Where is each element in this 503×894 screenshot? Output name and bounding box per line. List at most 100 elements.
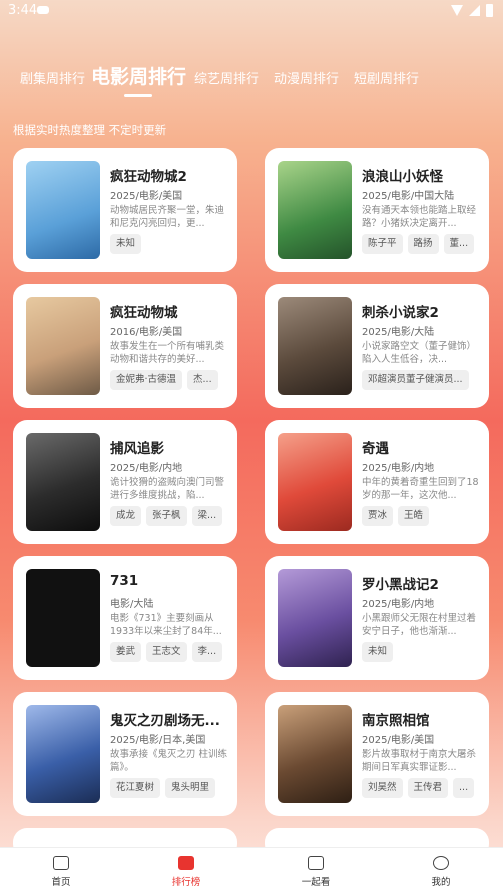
cast-tag[interactable]: 未知: [362, 642, 394, 662]
cast-tag[interactable]: 张子枫: [146, 506, 187, 526]
movie-description: 电影《731》主要刻画从1933年以来尘封了84年...: [110, 613, 222, 637]
movie-title: 疯狂动物城2: [110, 169, 187, 185]
movie-meta: 2025/电影/中国大陆: [362, 191, 455, 202]
cast-tag[interactable]: 花江夏树: [110, 778, 161, 798]
tab-series-weekly[interactable]: 剧集周排行: [20, 68, 85, 87]
cast-tag[interactable]: 梁...: [191, 506, 223, 526]
movie-title: 奇遇: [362, 441, 389, 457]
movie-card[interactable]: 疯狂动物城2 2025/电影/美国 动物城居民齐聚一堂，朱迪和尼克闪亮回归，更.…: [13, 148, 237, 272]
movie-title: 刺杀小说家2: [362, 305, 439, 321]
tab-short-drama-weekly[interactable]: 短剧周排行: [354, 68, 419, 87]
movie-card[interactable]: 南京照相馆 2025/电影/美国 影片故事取材于南京大屠杀期间日军真实罪证影..…: [265, 692, 489, 816]
movie-meta: 电影/大陆: [110, 599, 154, 610]
cast-tag[interactable]: 鬼头明里: [165, 778, 216, 798]
home-icon: [53, 856, 69, 870]
movie-meta: 2016/电影/美国: [110, 327, 183, 338]
cast-tag[interactable]: ...: [453, 778, 475, 798]
active-tab-indicator: [124, 94, 152, 97]
movie-cast-tags: 陈子平 路扬 董...: [362, 234, 480, 254]
cast-tag[interactable]: 邓超演员董子健演员...: [362, 370, 469, 390]
movie-card[interactable]: 鬼灭之刃剧场无... 2025/电影/日本,美国 故事承接《鬼灭之刃 柱训练篇》…: [13, 692, 237, 816]
movie-poster: [26, 161, 100, 259]
movie-card[interactable]: 捕风追影 2025/电影/内地 诡计狡猾的盗贼向澳门司警进行多维度挑战，陷...…: [13, 420, 237, 544]
movie-meta: 2025/电影/内地: [362, 599, 435, 610]
tab-variety-weekly[interactable]: 综艺周排行: [194, 68, 259, 87]
movie-poster: [26, 569, 100, 667]
movie-meta: 2025/电影/日本,美国: [110, 735, 206, 746]
movie-poster: [26, 433, 100, 531]
movie-description: 没有通天本领也能踏上取经路？小猪妖决定离开...: [362, 205, 477, 229]
movie-card[interactable]: 刺杀小说家2 2025/电影/大陆 小说家路空文（董子健饰）陷入人生低谷，决..…: [265, 284, 489, 408]
movie-title: 南京照相馆: [362, 713, 430, 729]
nav-label: 我的: [431, 877, 451, 888]
movie-description: 故事发生在一个所有哺乳类动物和谐共存的美好...: [110, 341, 225, 365]
battery-icon: [486, 4, 493, 17]
movie-poster: [278, 569, 352, 667]
movie-poster: [278, 161, 352, 259]
ranking-icon: [178, 856, 194, 870]
tab-anime-weekly[interactable]: 动漫周排行: [274, 68, 339, 87]
movie-card[interactable]: 疯狂动物城 2016/电影/美国 故事发生在一个所有哺乳类动物和谐共存的美好..…: [13, 284, 237, 408]
cast-tag[interactable]: 刘昊然: [362, 778, 403, 798]
movie-title: 鬼灭之刃剧场无...: [110, 713, 220, 729]
movie-title: 罗小黑战记2: [362, 577, 439, 593]
wifi-icon: [451, 5, 463, 16]
movie-title: 疯狂动物城: [110, 305, 178, 321]
movie-poster: [278, 433, 352, 531]
movie-cast-tags: 贾冰 王皓: [362, 506, 480, 526]
movie-cast-tags: 成龙 张子枫 梁...: [110, 506, 228, 526]
movie-card[interactable]: 奇遇 2025/电影/内地 中年的黄着奇重生回到了18岁的那一年，这次他... …: [265, 420, 489, 544]
ranking-subtitle: 根据实时热度整理 不定时更新: [13, 123, 167, 137]
cast-tag[interactable]: 王皓: [398, 506, 430, 526]
cast-tag[interactable]: 王志文: [146, 642, 187, 662]
movie-card[interactable]: 731 电影/大陆 电影《731》主要刻画从1933年以来尘封了84年... 姜…: [13, 556, 237, 680]
cast-tag[interactable]: 王传君: [407, 778, 449, 798]
cast-tag[interactable]: 未知: [110, 234, 142, 254]
movie-cast-tags: 未知: [110, 234, 228, 254]
movie-card[interactable]: 浪浪山小妖怪 2025/电影/中国大陆 没有通天本领也能踏上取经路？小猪妖决定离…: [265, 148, 489, 272]
movie-title: 浪浪山小妖怪: [362, 169, 443, 185]
movie-description: 故事承接《鬼灭之刃 柱训练篇》。: [110, 749, 228, 773]
signal-icon: [469, 5, 480, 16]
cast-tag[interactable]: 陈子平: [362, 234, 403, 254]
cast-tag[interactable]: 成龙: [110, 506, 142, 526]
bottom-nav: 首页 排行榜 一起看 我的: [0, 847, 503, 894]
movie-card[interactable]: 罗小黑战记2 2025/电影/内地 小黑跟师父无限在村里过着安宁日子，他也渐渐.…: [265, 556, 489, 680]
movie-meta: 2025/电影/内地: [362, 463, 435, 474]
movie-poster: [278, 705, 352, 803]
movie-meta: 2025/电影/美国: [110, 191, 183, 202]
nav-watch-together[interactable]: 一起看: [286, 854, 346, 888]
movie-description: 中年的黄着奇重生回到了18岁的那一年，这次他...: [362, 477, 479, 501]
movie-description: 影片故事取材于南京大屠杀期间日军真实罪证影...: [362, 749, 477, 773]
game-controller-icon: [37, 6, 49, 14]
cast-tag[interactable]: 姜武: [110, 642, 142, 662]
movie-meta: 2025/电影/内地: [110, 463, 183, 474]
movie-description: 诡计狡猾的盗贼向澳门司警进行多维度挑战，陷...: [110, 477, 225, 501]
nav-profile[interactable]: 我的: [411, 854, 471, 888]
movie-description: 小黑跟师父无限在村里过着安宁日子，他也渐渐...: [362, 613, 477, 637]
status-icons: [451, 4, 493, 17]
status-time: 3:44: [8, 3, 38, 18]
nav-ranking[interactable]: 排行榜: [156, 854, 216, 888]
nav-home[interactable]: 首页: [31, 854, 91, 888]
movie-description: 小说家路空文（董子健饰）陷入人生低谷，决...: [362, 341, 477, 365]
cast-tag[interactable]: 杰...: [187, 370, 218, 390]
movie-meta: 2025/电影/大陆: [362, 327, 435, 338]
nav-label: 排行榜: [171, 877, 201, 888]
cast-tag[interactable]: 路扬: [407, 234, 439, 254]
movie-cast-tags: 未知: [362, 642, 480, 662]
cast-tag[interactable]: 董...: [443, 234, 475, 254]
nav-label: 首页: [51, 877, 71, 888]
movie-cast-tags: 花江夏树 鬼头明里: [110, 778, 228, 798]
movie-cast-tags: 邓超演员董子健演员...: [362, 370, 480, 390]
tab-movie-weekly[interactable]: 电影周排行: [91, 62, 186, 89]
status-bar: 3:44: [0, 0, 503, 24]
movie-title: 731: [110, 573, 139, 589]
movie-poster: [26, 297, 100, 395]
ranking-tabs: 剧集周排行 电影周排行 综艺周排行 动漫周排行 短剧周排行: [0, 62, 503, 98]
cast-tag[interactable]: 李...: [191, 642, 223, 662]
cast-tag[interactable]: 金妮弗·古德温: [110, 370, 183, 390]
movie-poster: [26, 705, 100, 803]
movie-description: 动物城居民齐聚一堂，朱迪和尼克闪亮回归，更...: [110, 205, 225, 229]
cast-tag[interactable]: 贾冰: [362, 506, 394, 526]
